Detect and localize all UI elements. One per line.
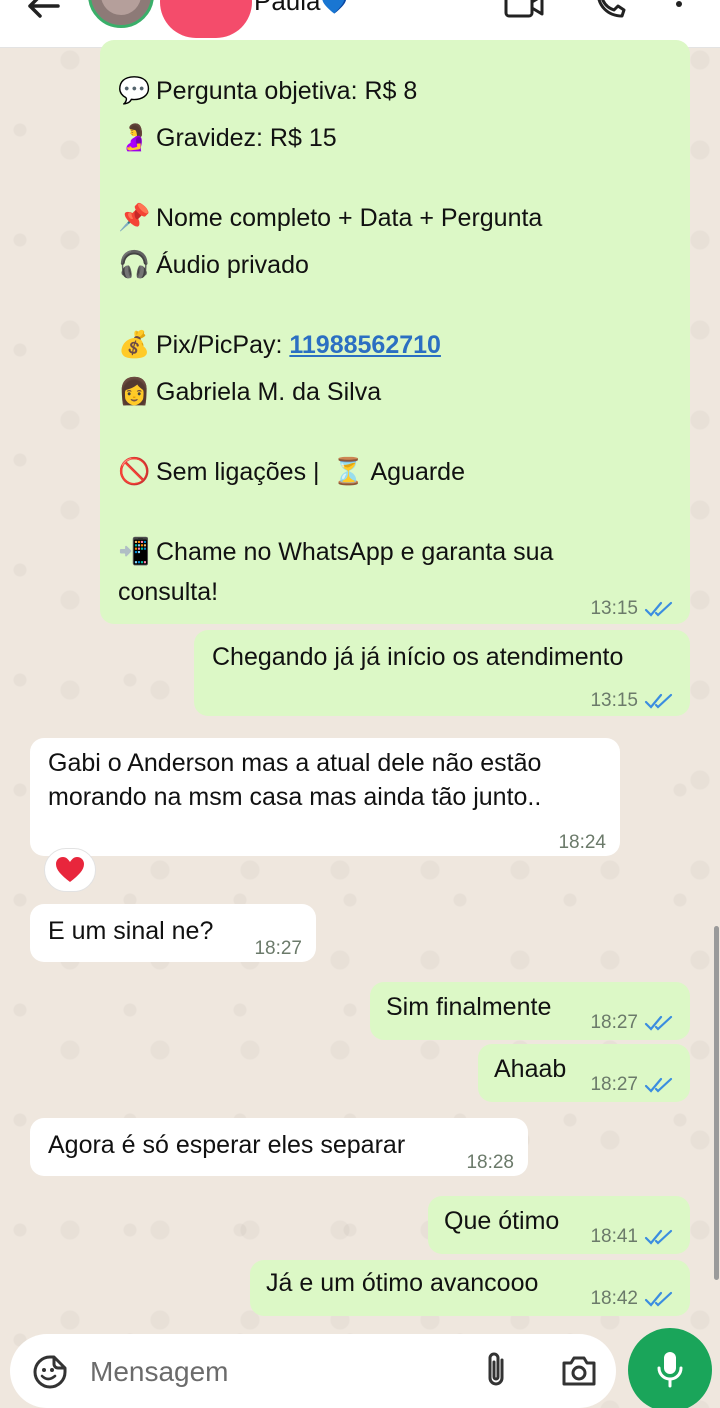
promo-line-text: Nome completo + Data + Pergunta (156, 204, 543, 232)
message-text: Ahaab (494, 1055, 567, 1083)
promo-message-bubble[interactable]: 💬 Pergunta objetiva: R$ 8 🤰 Gravidez: R$ 1… (100, 40, 690, 624)
double-check-icon (644, 1015, 673, 1031)
promo-line-text: Gravidez: R$ 15 (156, 124, 337, 152)
video-call-icon[interactable] (504, 0, 544, 18)
double-check-icon (644, 693, 673, 709)
message-text: Sim finalmente (386, 993, 552, 1021)
message-bubble-incoming[interactable]: Gabi o Anderson mas a atual dele não est… (30, 738, 620, 856)
double-check-icon (644, 601, 673, 617)
message-time: 18:28 (466, 1146, 514, 1180)
mobile-phone-arrow-icon: 📲 (118, 537, 151, 567)
arrow-left-icon[interactable] (26, 0, 60, 18)
phone-number-link[interactable]: 11988562710 (289, 331, 441, 359)
redaction-mark (160, 0, 252, 38)
message-time: 18:27 (590, 1068, 674, 1102)
message-time: 18:27 (254, 932, 302, 966)
promo-line-text: Aguarde (370, 458, 465, 486)
double-check-icon (644, 1077, 673, 1093)
message-time: 18:24 (558, 826, 606, 860)
time-text: 18:42 (590, 1288, 638, 1309)
time-text: 13:15 (590, 690, 638, 711)
double-check-icon (644, 1291, 673, 1307)
time-text: 13:15 (590, 598, 638, 619)
woman-icon: 👩 (118, 377, 151, 407)
contact-name-text: Paula (254, 0, 321, 16)
promo-line-text: Áudio privado (156, 251, 309, 279)
promo-line-text: Sem ligações | (156, 458, 327, 486)
phone-icon[interactable] (594, 0, 626, 18)
promo-line-text: consulta! (118, 578, 219, 606)
heart-icon (56, 857, 84, 882)
message-bubble-outgoing[interactable]: Já e um ótimo avancooo 18:42 (250, 1260, 690, 1316)
double-check-icon (644, 1229, 673, 1245)
time-text: 18:28 (466, 1152, 514, 1173)
message-time: 18:41 (590, 1220, 674, 1254)
message-text: Agora é só esperar eles separar (48, 1131, 406, 1159)
time-text: 18:41 (590, 1226, 638, 1247)
pushpin-icon: 📌 (118, 203, 151, 233)
promo-line-text: Pix/PicPay: (156, 331, 290, 359)
microphone-icon (657, 1352, 683, 1388)
promo-line: 📲 Chame no WhatsApp e garanta sua (118, 535, 553, 569)
pregnant-icon: 🤰 (118, 123, 151, 153)
sticker-icon[interactable] (32, 1354, 68, 1390)
avatar[interactable] (88, 0, 154, 28)
promo-line-text: Gabriela M. da Silva (156, 378, 382, 406)
message-time: 13:15 (590, 684, 674, 718)
message-bubble-incoming[interactable]: E um sinal ne? 18:27 (30, 904, 316, 962)
time-text: 18:27 (590, 1012, 638, 1033)
headphones-icon: 🎧 (118, 250, 151, 280)
promo-line: 📌 Nome completo + Data + Pergunta (118, 201, 542, 235)
more-vertical-icon[interactable] (674, 0, 684, 18)
message-text: morando na msm casa mas ainda tão junto.… (48, 783, 542, 811)
promo-line: 🚫 Sem ligações | ⏳ Aguarde (118, 455, 465, 489)
paperclip-icon[interactable] (482, 1350, 510, 1390)
time-text: 18:27 (590, 1074, 638, 1095)
microphone-button[interactable] (628, 1328, 712, 1408)
message-text: E um sinal ne? (48, 917, 214, 945)
message-text: Já e um ótimo avancooo (266, 1269, 539, 1297)
promo-line-text: Chame no WhatsApp e garanta sua (156, 538, 554, 566)
message-time: 18:42 (590, 1282, 674, 1316)
blue-heart-icon: 💙 (320, 0, 348, 15)
money-bag-icon: 💰 (118, 330, 151, 360)
speech-bubble-icon: 💬 (118, 76, 151, 106)
camera-icon[interactable] (560, 1354, 598, 1388)
promo-line: 👩 Gabriela M. da Silva (118, 375, 381, 409)
message-text: Chegando já já início os atendimento (212, 643, 624, 671)
contact-name[interactable]: Paula💙 (254, 0, 348, 17)
message-composer (10, 1334, 616, 1408)
promo-line: 💰 Pix/PicPay: 11988562710 (118, 328, 441, 362)
promo-line: 🎧 Áudio privado (118, 248, 309, 282)
reaction-badge[interactable] (44, 848, 96, 892)
message-bubble-outgoing[interactable]: Sim finalmente 18:27 (370, 982, 690, 1040)
message-time: 18:27 (590, 1006, 674, 1040)
promo-line: 🤰 Gravidez: R$ 15 (118, 121, 337, 155)
promo-line-text: Pergunta objetiva: R$ 8 (156, 77, 418, 105)
hourglass-icon: ⏳ (332, 457, 365, 487)
time-text: 18:27 (254, 938, 302, 959)
message-text: Que ótimo (444, 1207, 560, 1235)
message-time: 13:15 (590, 592, 674, 626)
scrollbar[interactable] (714, 926, 719, 1280)
message-bubble-outgoing[interactable]: Que ótimo 18:41 (428, 1196, 690, 1254)
promo-line: 💬 Pergunta objetiva: R$ 8 (118, 74, 417, 108)
message-input[interactable] (90, 1352, 450, 1392)
message-bubble-outgoing[interactable]: Ahaab 18:27 (478, 1044, 690, 1102)
no-entry-icon: 🚫 (118, 457, 151, 487)
message-bubble-incoming[interactable]: Agora é só esperar eles separar 18:28 (30, 1118, 528, 1176)
promo-line: consulta! (118, 575, 218, 609)
message-bubble-outgoing[interactable]: Chegando já já início os atendimento 13:… (194, 630, 690, 716)
time-text: 18:24 (558, 832, 606, 853)
message-text: Gabi o Anderson mas a atual dele não est… (48, 749, 542, 777)
